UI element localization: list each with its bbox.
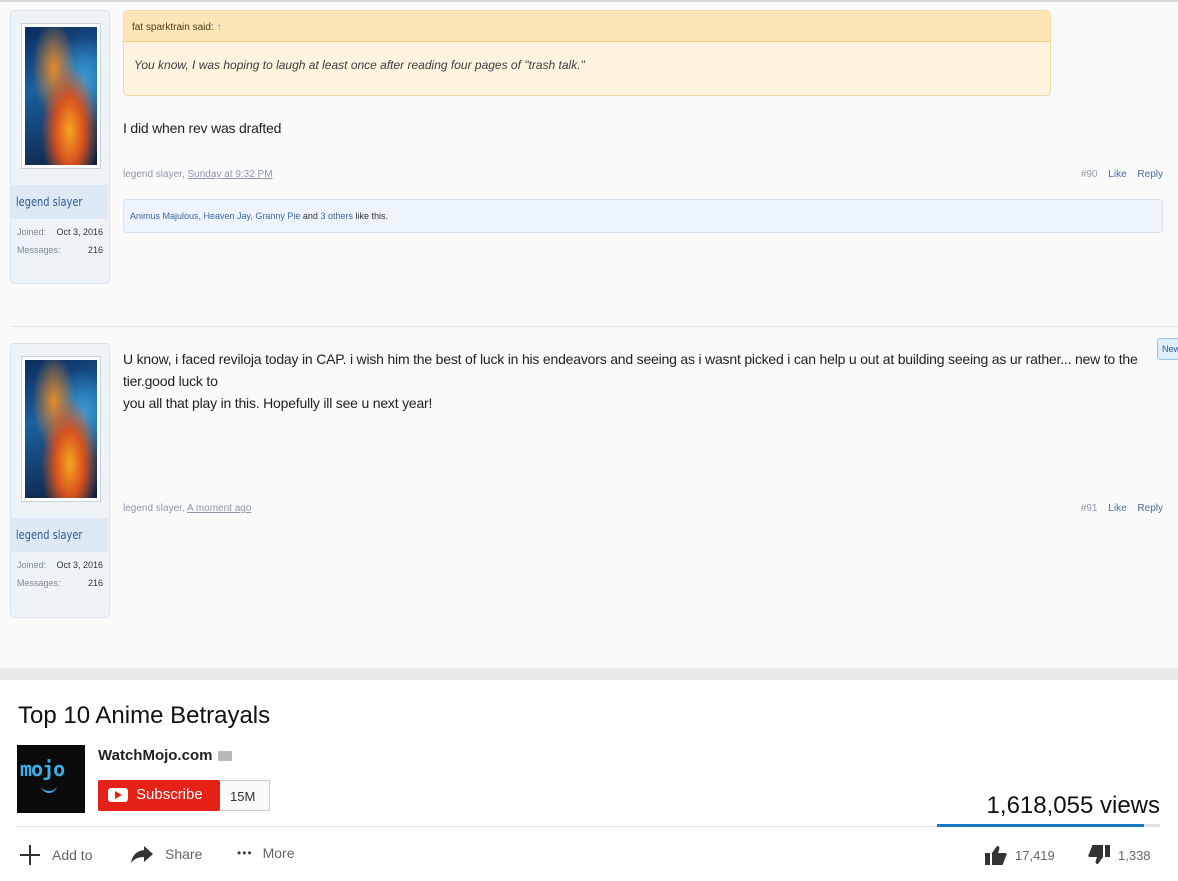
joined-label: Joined: bbox=[17, 227, 47, 237]
messages-value: 216 bbox=[87, 578, 103, 588]
likes-summary: Animus Majulous, Heaven Jay, Granny Pie … bbox=[123, 199, 1163, 233]
user-info-panel: legend slayer Joined: Oct 3, 2016 Message… bbox=[10, 10, 110, 284]
user-stats: Joined: Oct 3, 2016 Messages: 216 bbox=[11, 552, 109, 602]
share-label: Share bbox=[165, 846, 203, 862]
video-title: Top 10 Anime Betrayals bbox=[18, 702, 271, 729]
more-button[interactable]: ••• More bbox=[237, 845, 295, 861]
likes-suffix: like this. bbox=[352, 211, 388, 221]
subscribe-button[interactable]: Subscribe bbox=[98, 780, 220, 811]
post-timestamp[interactable]: A moment ago bbox=[187, 503, 251, 514]
logo-text: mojo bbox=[20, 757, 65, 781]
view-count: 1,618,055 views bbox=[986, 792, 1160, 819]
joined-label: Joined: bbox=[17, 560, 47, 570]
channel-logo[interactable]: mojo bbox=[17, 745, 85, 813]
likes-and: and bbox=[300, 211, 321, 221]
top-divider bbox=[0, 0, 1178, 2]
joined-value: Oct 3, 2016 bbox=[56, 560, 103, 570]
video-info-panel: Top 10 Anime Betrayals mojo WatchMojo.co… bbox=[0, 680, 1178, 881]
more-icon: ••• bbox=[237, 846, 253, 860]
message-line: U know, i faced reviloja today in CAP. i… bbox=[123, 351, 1138, 389]
likes-others-link[interactable]: 3 others bbox=[320, 211, 353, 221]
plus-icon bbox=[20, 845, 40, 865]
dislike-count: 1,338 bbox=[1118, 847, 1151, 863]
meta-author[interactable]: legend slayer, bbox=[123, 503, 187, 514]
reply-link[interactable]: Reply bbox=[1137, 503, 1163, 514]
youtube-play-icon bbox=[108, 788, 128, 802]
new-badge: New bbox=[1157, 338, 1178, 360]
like-link[interactable]: Like bbox=[1108, 169, 1126, 180]
post-meta: legend slayer, A moment ago bbox=[123, 503, 251, 514]
messages-label: Messages: bbox=[17, 578, 61, 588]
share-icon bbox=[131, 846, 153, 863]
like-link[interactable]: Like bbox=[1108, 503, 1126, 514]
quote-author: fat sparktrain said: bbox=[132, 22, 214, 33]
avatar-frame[interactable] bbox=[21, 356, 101, 502]
quote-header: fat sparktrain said: ↑ bbox=[124, 11, 1050, 42]
section-separator bbox=[0, 668, 1178, 680]
like-button[interactable]: 17,419 bbox=[985, 845, 1055, 865]
like-count: 17,419 bbox=[1015, 847, 1055, 863]
post-timestamp[interactable]: Sunday at 9:32 PM bbox=[188, 169, 273, 180]
post-number[interactable]: #90 bbox=[1081, 169, 1098, 180]
joined-value: Oct 3, 2016 bbox=[56, 227, 103, 237]
messages-label: Messages: bbox=[17, 245, 61, 255]
add-to-button[interactable]: Add to bbox=[20, 845, 92, 865]
sentiment-bar-fill bbox=[937, 824, 1144, 827]
verified-icon bbox=[218, 751, 233, 762]
subscribe-label: Subscribe bbox=[136, 786, 203, 803]
subscriber-count: 15M bbox=[220, 780, 270, 811]
username-link[interactable]: legend slayer bbox=[11, 518, 108, 552]
post-message: I did when rev was drafted bbox=[123, 120, 282, 136]
quote-block: fat sparktrain said: ↑ You know, I was h… bbox=[123, 10, 1051, 96]
messages-value: 216 bbox=[87, 245, 103, 255]
post-message: U know, i faced reviloja today in CAP. i… bbox=[123, 348, 1143, 414]
user-info-panel: legend slayer Joined: Oct 3, 2016 Message… bbox=[10, 343, 110, 618]
channel-name[interactable]: WatchMojo.com bbox=[98, 747, 233, 764]
reply-link[interactable]: Reply bbox=[1137, 169, 1163, 180]
more-label: More bbox=[262, 845, 295, 861]
avatar[interactable] bbox=[25, 360, 97, 498]
thumbs-down-icon bbox=[1088, 845, 1110, 864]
post-meta: legend slayer, Sunday at 9:32 PM bbox=[123, 169, 273, 180]
share-button[interactable]: Share bbox=[131, 845, 202, 863]
channel-link[interactable]: WatchMojo.com bbox=[98, 747, 212, 764]
forum-thread: legend slayer Joined: Oct 3, 2016 Message… bbox=[0, 0, 1178, 668]
quote-jump-icon[interactable]: ↑ bbox=[217, 22, 222, 33]
avatar[interactable] bbox=[25, 27, 97, 165]
thumbs-up-icon bbox=[985, 846, 1007, 865]
post-actions: #91 Like Reply bbox=[1073, 503, 1163, 514]
post-number[interactable]: #91 bbox=[1081, 503, 1098, 514]
logo-smile-icon bbox=[41, 785, 57, 793]
post-actions: #90 Like Reply bbox=[1073, 169, 1163, 180]
user-stats: Joined: Oct 3, 2016 Messages: 216 bbox=[11, 219, 109, 269]
add-to-label: Add to bbox=[52, 847, 93, 863]
quote-text: You know, I was hoping to laugh at least… bbox=[134, 58, 585, 72]
message-line: you all that play in this. Hopefully ill… bbox=[123, 395, 433, 411]
avatar-frame[interactable] bbox=[21, 23, 101, 169]
dislike-button[interactable]: 1,338 bbox=[1088, 845, 1151, 865]
likes-names[interactable]: Animus Majulous, Heaven Jay, Granny Pie bbox=[130, 211, 300, 221]
username-link[interactable]: legend slayer bbox=[11, 185, 108, 219]
post-divider bbox=[10, 326, 1178, 327]
meta-author[interactable]: legend slayer, bbox=[123, 169, 188, 180]
